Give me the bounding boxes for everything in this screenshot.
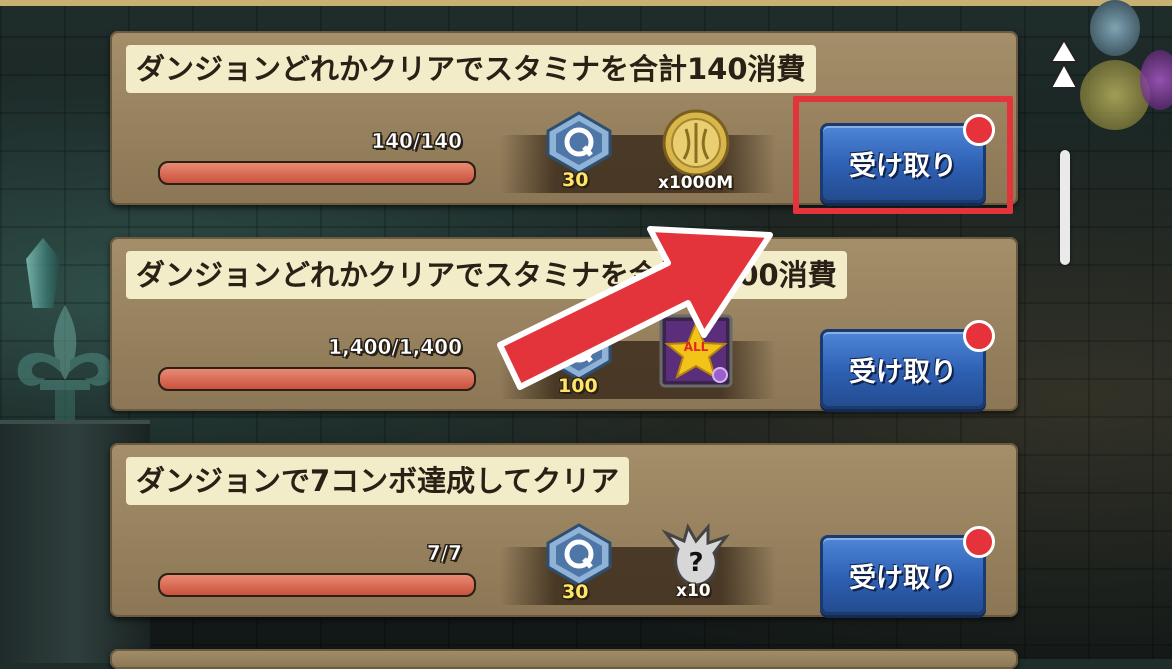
- progress-bar-fill: [160, 369, 474, 389]
- purple-orb-decoration: [1140, 50, 1172, 110]
- reward-strip: [500, 547, 776, 605]
- coin-icon: [662, 109, 730, 177]
- svg-text:?: ?: [688, 548, 703, 578]
- fleur-de-lis-decoration: [17, 305, 113, 420]
- reward-strip: [500, 135, 776, 193]
- claim-button[interactable]: 受け取り: [820, 526, 995, 615]
- scrollbar-thumb[interactable]: [1060, 150, 1070, 265]
- notification-badge: [963, 526, 995, 558]
- progress-text: 140/140: [371, 129, 462, 154]
- highlight-box: [793, 96, 1013, 214]
- progress-bar-fill: [160, 163, 474, 183]
- reward-count: 30: [562, 169, 589, 191]
- claim-button[interactable]: 受け取り: [820, 320, 995, 409]
- progress-bar: [158, 573, 476, 597]
- reward-count: 30: [562, 581, 589, 603]
- mission-card: ダンジョンで7コンボ達成してクリア 7/7 30 ? x10 受け取り: [110, 443, 1018, 617]
- mission-card: [110, 649, 1018, 669]
- reward-count: x10: [676, 581, 711, 601]
- progress-bar-fill: [160, 575, 474, 595]
- q-medal-icon: [546, 523, 612, 587]
- top-frame-edge: [0, 0, 1172, 6]
- claim-button-label: 受け取り: [849, 356, 957, 388]
- reward-count: x1000M: [658, 173, 734, 193]
- scroll-to-top-icon[interactable]: [1047, 38, 1081, 94]
- progress-text: 1,400/1,400: [328, 335, 462, 360]
- progress-bar: [158, 367, 476, 391]
- claim-button-label: 受け取り: [849, 562, 957, 594]
- yellow-orb-decoration: [1080, 60, 1150, 130]
- progress-bar: [158, 161, 476, 185]
- q-medal-icon: [546, 111, 612, 175]
- pointer-arrow: [497, 226, 773, 390]
- progress-text: 7/7: [426, 541, 463, 566]
- notification-badge: [963, 320, 995, 352]
- blue-orb-decoration: [1090, 0, 1140, 56]
- mission-title: ダンジョンどれかクリアでスタミナを合計140消費: [126, 45, 816, 93]
- mission-title: ダンジョンで7コンボ達成してクリア: [126, 457, 630, 505]
